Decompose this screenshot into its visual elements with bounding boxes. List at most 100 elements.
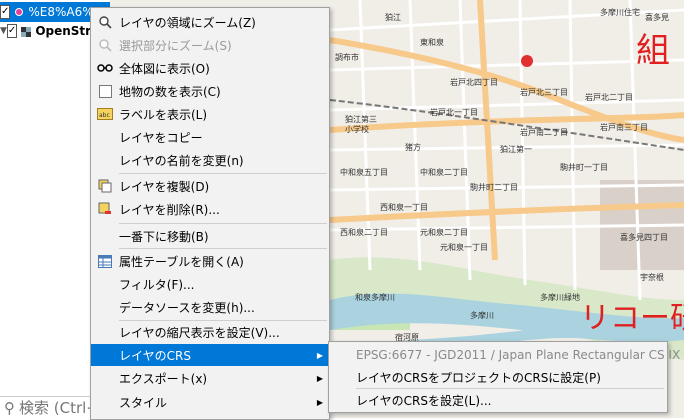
menu-item-label: レイヤを削除(R)... [119, 202, 220, 217]
table-icon [97, 253, 113, 269]
menu-item-set-scale-visibility[interactable]: レイヤの縮尺表示を設定(V)... [91, 321, 329, 343]
menu-item-label: 選択部分にズーム(S) [119, 38, 232, 53]
filter-spacer [97, 276, 113, 292]
layer-visibility-checkbox[interactable]: ✓ [6, 24, 18, 38]
map-annotation-top: 組 [636, 32, 670, 70]
menu-item-filter[interactable]: フィルタ(F)... [91, 273, 329, 295]
map-label: 元和泉二丁目 [420, 227, 468, 237]
submenu-arrow-icon: ▶ [316, 373, 323, 383]
map-label: 小学校 [345, 124, 369, 134]
export-spacer [97, 370, 113, 386]
map-label: 岩戸北一丁目 [430, 107, 478, 117]
menu-item-label: ラベルを表示(L) [119, 107, 208, 122]
menu-item-label: レイヤの縮尺表示を設定(V)... [119, 325, 280, 340]
checkbox-icon[interactable] [97, 83, 113, 99]
menu-item-label: データソースを変更(h)... [119, 300, 255, 315]
menu-separator [119, 248, 327, 249]
raster-layer-icon [21, 26, 32, 37]
map-label: 駒井町二丁目 [470, 182, 518, 192]
svg-text:abc: abc [99, 112, 110, 119]
menu-item-open-attribute-table[interactable]: 属性テーブルを開く(A) [91, 250, 329, 272]
menu-item-layer-crs[interactable]: レイヤのCRS ▶ [91, 344, 329, 366]
overview-glasses-icon [97, 60, 113, 76]
map-label: 多摩川緑地 [540, 292, 580, 302]
move-spacer [97, 228, 113, 244]
map-label: 駒井町一丁目 [560, 162, 608, 172]
menu-item-rename-layer[interactable]: レイヤの名前を変更(n) [91, 149, 329, 171]
expand-arrow-icon[interactable]: ▼ [0, 26, 7, 36]
map-label: 岩戸北二丁目 [585, 92, 633, 102]
menu-item-label: フィルタ(F)... [119, 277, 195, 292]
submenu-arrow-icon: ▶ [316, 350, 323, 360]
menu-item-remove-layer[interactable]: レイヤを削除(R)... [91, 198, 329, 220]
rename-spacer [97, 152, 113, 168]
menu-item-label: レイヤをコピー [119, 130, 203, 145]
menu-item-label: 地物の数を表示(C) [119, 84, 221, 99]
set-crs-to-project-item[interactable]: レイヤのCRSをプロジェクトのCRSに設定(P) [329, 366, 667, 388]
set-layer-crs-item[interactable]: レイヤのCRSを設定(L)... [329, 389, 667, 411]
map-label: 狛江 [385, 12, 401, 22]
map-label: 多摩川 [470, 310, 494, 320]
search-icon: ⚲ [4, 398, 15, 417]
menu-item-label: 属性テーブルを開く(A) [119, 254, 244, 269]
map-label: 岩戸南二丁目 [520, 127, 568, 137]
menu-item-zoom-to-selection[interactable]: 選択部分にズーム(S) [91, 34, 329, 56]
menu-item-label: レイヤの名前を変更(n) [119, 153, 244, 168]
map-label: 西和泉一丁目 [380, 202, 428, 212]
menu-item-label: エクスポート(x) [119, 371, 208, 386]
layer-context-menu: レイヤの領域にズーム(Z) 選択部分にズーム(S) 全体図に表示(O) 地物の数… [90, 7, 330, 420]
point-layer-icon [14, 7, 24, 17]
map-label: 喜多見 [645, 12, 669, 22]
submenu-arrow-icon: ▶ [316, 397, 323, 407]
menu-item-style[interactable]: スタイル ▶ [91, 391, 329, 413]
menu-item-export[interactable]: エクスポート(x) ▶ [91, 367, 329, 389]
menu-item-label: レイヤの領域にズーム(Z) [119, 15, 256, 30]
map-label: 多摩川住宅 [600, 7, 640, 17]
menu-item-copy-layer[interactable]: レイヤをコピー [91, 126, 329, 148]
map-label: 元和泉一丁目 [440, 242, 488, 252]
label-icon: abc [97, 106, 113, 122]
datasource-spacer [97, 299, 113, 315]
style-spacer [97, 394, 113, 410]
copy-spacer [97, 129, 113, 145]
duplicate-layer-icon [97, 178, 113, 194]
menu-separator [119, 223, 327, 224]
scale-spacer [97, 324, 113, 340]
map-label: 西和泉二丁目 [340, 227, 388, 237]
map-label: 中和泉二丁目 [420, 167, 468, 177]
menu-item-label: 一番下に移動(B) [119, 229, 209, 244]
zoom-selection-icon [97, 37, 113, 53]
menu-item-label: レイヤのCRS [119, 348, 191, 363]
menu-item-move-to-bottom[interactable]: 一番下に移動(B) [91, 225, 329, 247]
layer-visibility-checkbox[interactable]: ✓ [0, 5, 11, 19]
map-label: 調布市 [335, 52, 359, 62]
crs-spacer [97, 347, 113, 363]
station-marker [521, 55, 533, 67]
menu-item-change-data-source[interactable]: データソースを変更(h)... [91, 296, 329, 318]
map-label: 和泉多摩川 [355, 292, 395, 302]
map-label: 喜多見四丁目 [620, 232, 668, 242]
submenu-separator [356, 388, 664, 389]
menu-item-duplicate-layer[interactable]: レイヤを複製(D) [91, 175, 329, 197]
menu-item-zoom-to-layer[interactable]: レイヤの領域にズーム(Z) [91, 11, 329, 33]
menu-item-label: スタイル [119, 395, 168, 410]
remove-layer-icon [97, 201, 113, 217]
menu-item-show-in-overview[interactable]: 全体図に表示(O) [91, 57, 329, 79]
menu-item-label: 全体図に表示(O) [119, 61, 210, 76]
menu-separator [119, 173, 327, 174]
menu-item-show-labels[interactable]: abc ラベルを表示(L) [91, 103, 329, 125]
map-label: 岩戸北四丁目 [450, 77, 498, 87]
map-label: 岩戸南三丁目 [600, 122, 648, 132]
map-label: 宇奈根 [640, 272, 664, 282]
crs-current-item: EPSG:6677 - JGD2011 / Japan Plane Rectan… [356, 348, 681, 362]
crs-submenu: EPSG:6677 - JGD2011 / Japan Plane Rectan… [328, 341, 681, 413]
map-label: 狛江第一 [500, 144, 532, 154]
map-label: 中和泉五丁目 [340, 167, 388, 177]
map-label: 猪方 [405, 142, 421, 152]
menu-item-label: レイヤを複製(D) [119, 179, 210, 194]
map-label: 東和泉 [420, 37, 444, 47]
zoom-icon [97, 14, 113, 30]
map-annotation-bottom: リコー研 [580, 302, 684, 335]
map-label: 狛江第三 [345, 114, 377, 124]
menu-item-show-feature-count[interactable]: 地物の数を表示(C) [91, 80, 329, 102]
